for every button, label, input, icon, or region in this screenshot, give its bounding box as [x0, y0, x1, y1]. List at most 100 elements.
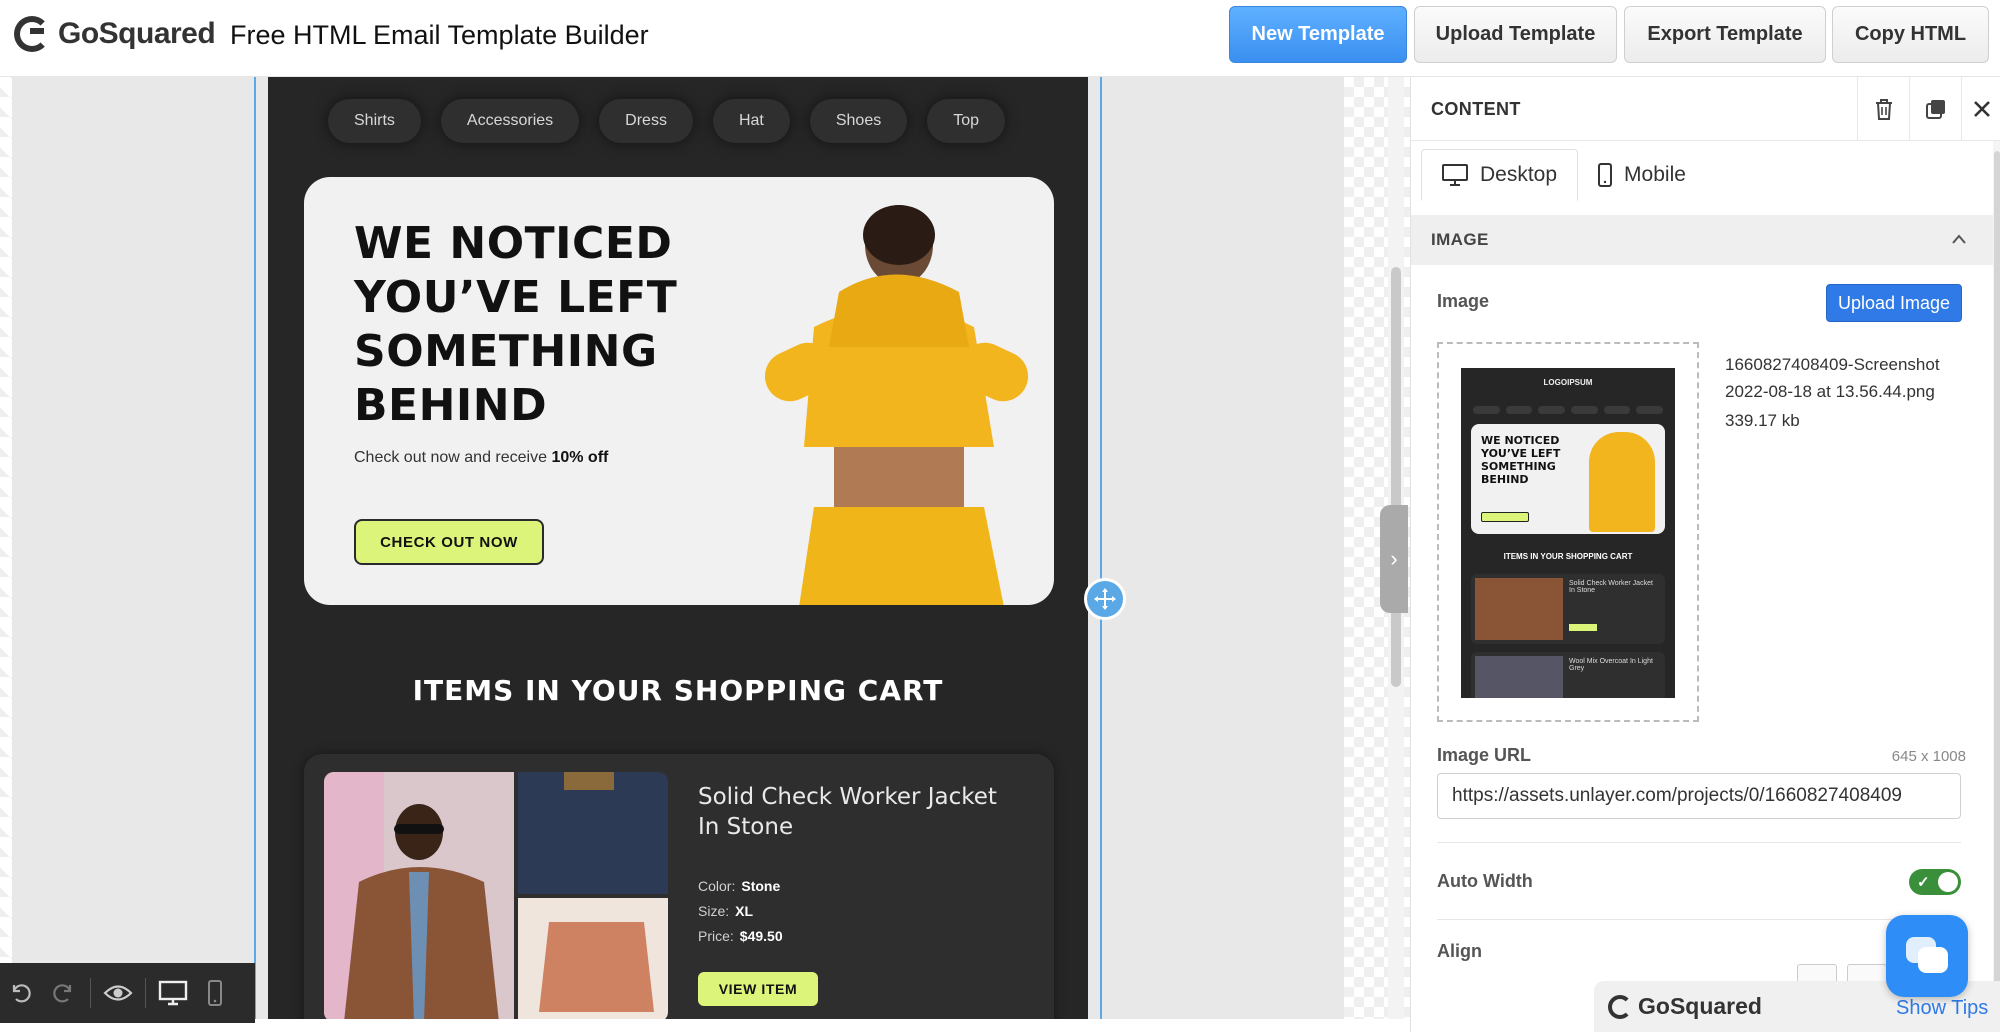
item-size-value: XL — [735, 903, 754, 919]
hero-subtext: Check out now and receive 10% off — [354, 449, 608, 467]
hero-banner[interactable]: WE NOTICED YOU’VE LEFT SOMETHING BEHIND … — [304, 177, 1054, 605]
item-color-value: Stone — [741, 878, 781, 894]
show-tips-link[interactable]: Show Tips — [1896, 997, 1988, 1020]
redo-icon[interactable] — [42, 963, 84, 1023]
section-title: IMAGE — [1431, 230, 1489, 249]
item-price-label: Price: — [698, 928, 734, 944]
auto-width-toggle[interactable]: ✓ — [1909, 869, 1961, 895]
hero-model-image — [764, 205, 1029, 605]
image-label: Image — [1437, 291, 1490, 311]
chat-bubble-front — [1918, 947, 1948, 973]
panel-scrollbar-thumb[interactable] — [1994, 151, 2000, 1011]
selection-outline-right — [1100, 77, 1102, 1019]
footer-logo[interactable]: GoSquared — [1608, 993, 1762, 1020]
thumb-logo: LOGOIPSUM — [1543, 378, 1593, 387]
category-pill[interactable]: Dress — [599, 99, 693, 143]
panel-header: CONTENT — [1411, 77, 2000, 141]
logo-text: GoSquared — [58, 17, 216, 50]
category-pill[interactable]: Accessories — [440, 99, 580, 143]
preview-eye-icon[interactable] — [97, 963, 139, 1023]
email-preview[interactable]: Shirts Accessories Dress Hat Shoes Top W… — [268, 77, 1088, 1019]
item-color-label: Color: — [698, 878, 736, 894]
toolbar-divider — [90, 978, 91, 1008]
thumb-item-2: Wool Mix Overcoat In Light Grey — [1471, 652, 1665, 698]
image-dimensions: 645 x 1008 — [1891, 748, 1966, 765]
footer-brand: GoSquared — [1638, 993, 1762, 1019]
duplicate-icon[interactable] — [1909, 77, 1961, 141]
category-pill[interactable]: Shirts — [328, 99, 421, 143]
check-icon: ✓ — [1917, 874, 1930, 891]
tab-desktop-label: Desktop — [1480, 163, 1558, 186]
divider — [1437, 842, 1961, 843]
item-details: Color: Stone Size: XL Price: $49.50 — [698, 874, 783, 949]
close-icon[interactable] — [1961, 77, 2000, 141]
gosquared-logo[interactable]: GoSquared — [14, 14, 216, 54]
chat-bubble-icon[interactable] — [1886, 915, 1968, 997]
thumb-cart-title: ITEMS IN YOUR SHOPPING CART — [1503, 552, 1633, 561]
thumb-cat-row — [1473, 406, 1664, 414]
image-thumbnail: LOGOIPSUM WE NOTICED YOU’VE LEFT SOMETHI… — [1461, 368, 1675, 698]
tab-mobile-label: Mobile — [1624, 163, 1686, 186]
image-file-size: 339.17 kb — [1725, 411, 1800, 430]
image-dropzone[interactable]: LOGOIPSUM WE NOTICED YOU’VE LEFT SOMETHI… — [1437, 342, 1699, 722]
auto-width-label: Auto Width — [1437, 871, 1533, 891]
canvas-left-edge — [0, 77, 12, 1019]
panel-collapse-chevron-icon[interactable]: › — [1380, 505, 1408, 613]
hero-discount: 10% off — [551, 449, 609, 466]
image-file-info: 1660827408409-Screenshot 2022-08-18 at 1… — [1725, 351, 1975, 434]
thumb-item-1: Solid Check Worker Jacket In Stone — [1471, 574, 1665, 644]
toolbar-divider — [145, 978, 146, 1008]
item-name: Solid Check Worker Jacket In Stone — [698, 784, 997, 840]
category-pill[interactable]: Hat — [712, 99, 790, 143]
desktop-view-icon[interactable] — [152, 963, 194, 1023]
copy-html-button[interactable]: Copy HTML — [1832, 6, 1989, 63]
thumb-item-2-name: Wool Mix Overcoat In Light Grey — [1569, 658, 1653, 672]
cart-item-card[interactable]: Solid Check Worker Jacket In Stone Color… — [304, 754, 1054, 1019]
view-item-button[interactable]: VIEW ITEM — [698, 972, 818, 1006]
category-pill[interactable]: Shoes — [809, 99, 908, 143]
image-url-label: Image URL — [1437, 745, 1532, 765]
category-nav: Shirts Accessories Dress Hat Shoes Top — [328, 99, 1048, 145]
top-header: GoSquared Free HTML Email Template Build… — [0, 0, 2000, 77]
new-template-button[interactable]: New Template — [1229, 6, 1407, 63]
tab-mobile[interactable]: Mobile — [1578, 149, 1706, 201]
divider — [1437, 919, 1961, 920]
undo-icon[interactable] — [0, 963, 42, 1023]
export-template-button[interactable]: Export Template — [1624, 6, 1826, 63]
chevron-up-icon — [1952, 234, 1966, 244]
panel-title: CONTENT — [1431, 99, 1521, 119]
canvas-scrollbar-thumb[interactable] — [1391, 267, 1401, 687]
content-panel: CONTENT Desktop Mobile IMAGE Image Uploa… — [1410, 77, 2000, 1032]
item-price-value: $49.50 — [739, 928, 783, 944]
category-pill[interactable]: Top — [927, 99, 1006, 143]
gosquared-logo-icon — [1608, 994, 1632, 1019]
thumb-headline: WE NOTICED YOU’VE LEFT SOMETHING BEHIND — [1481, 434, 1561, 486]
mobile-icon — [1598, 163, 1613, 187]
device-tabs: Desktop Mobile — [1421, 149, 1706, 201]
item-size-label: Size: — [698, 903, 730, 919]
cart-section-title: ITEMS IN YOUR SHOPPING CART — [412, 674, 944, 707]
tab-desktop[interactable]: Desktop — [1421, 149, 1579, 201]
trash-icon[interactable] — [1857, 77, 1909, 141]
app-title: Free HTML Email Template Builder — [230, 20, 649, 50]
upload-template-button[interactable]: Upload Template — [1414, 6, 1617, 63]
thumb-hero: WE NOTICED YOU’VE LEFT SOMETHING BEHIND — [1471, 424, 1665, 534]
mobile-view-icon[interactable] — [194, 963, 236, 1023]
desktop-icon — [1442, 164, 1468, 186]
move-handle-icon[interactable] — [1084, 578, 1126, 620]
toggle-knob — [1938, 872, 1958, 892]
align-label: Align — [1437, 941, 1482, 961]
image-section-header[interactable]: IMAGE — [1411, 215, 1995, 265]
image-url-input[interactable]: https://assets.unlayer.com/projects/0/16… — [1437, 773, 1961, 819]
thumb-item-1-name: Solid Check Worker Jacket In Stone — [1569, 580, 1653, 594]
check-out-now-button[interactable]: CHECK OUT NOW — [354, 519, 544, 565]
panel-scrollbar[interactable] — [1993, 141, 2000, 1032]
editor-toolbar — [0, 963, 255, 1023]
gosquared-logo-icon — [14, 16, 50, 52]
hero-subtext-prefix: Check out now and receive — [354, 449, 547, 466]
hero-headline: WE NOTICED YOU’VE LEFT SOMETHING BEHIND — [354, 218, 678, 431]
upload-image-button[interactable]: Upload Image — [1826, 284, 1962, 322]
image-file-name: 1660827408409-Screenshot 2022-08-18 at 1… — [1725, 355, 1940, 401]
selection-outline-left — [254, 77, 256, 1019]
product-photo-collage — [324, 772, 668, 1019]
